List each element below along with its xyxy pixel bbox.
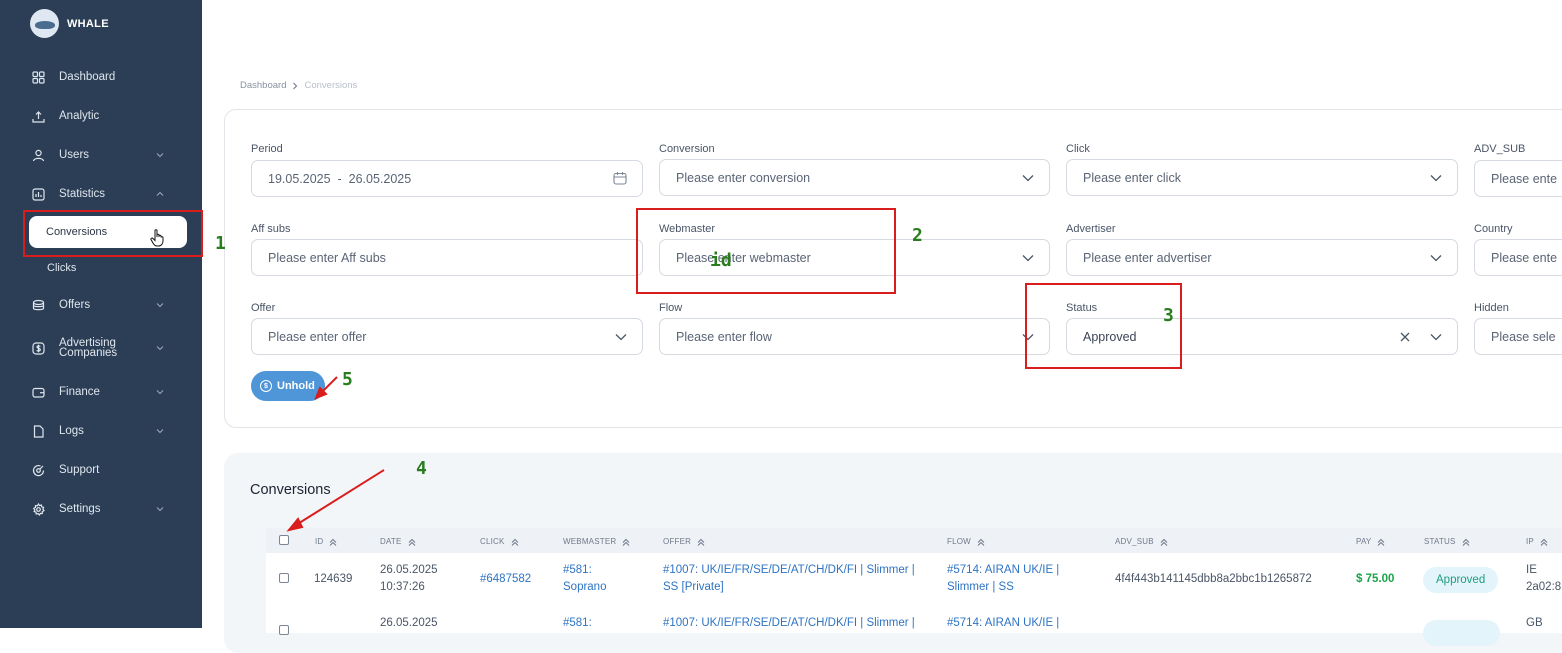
- annotation-arrow-4: [295, 469, 385, 526]
- annotation-arrows: [286, 376, 385, 532]
- annotation-arrowhead-4: [286, 517, 304, 532]
